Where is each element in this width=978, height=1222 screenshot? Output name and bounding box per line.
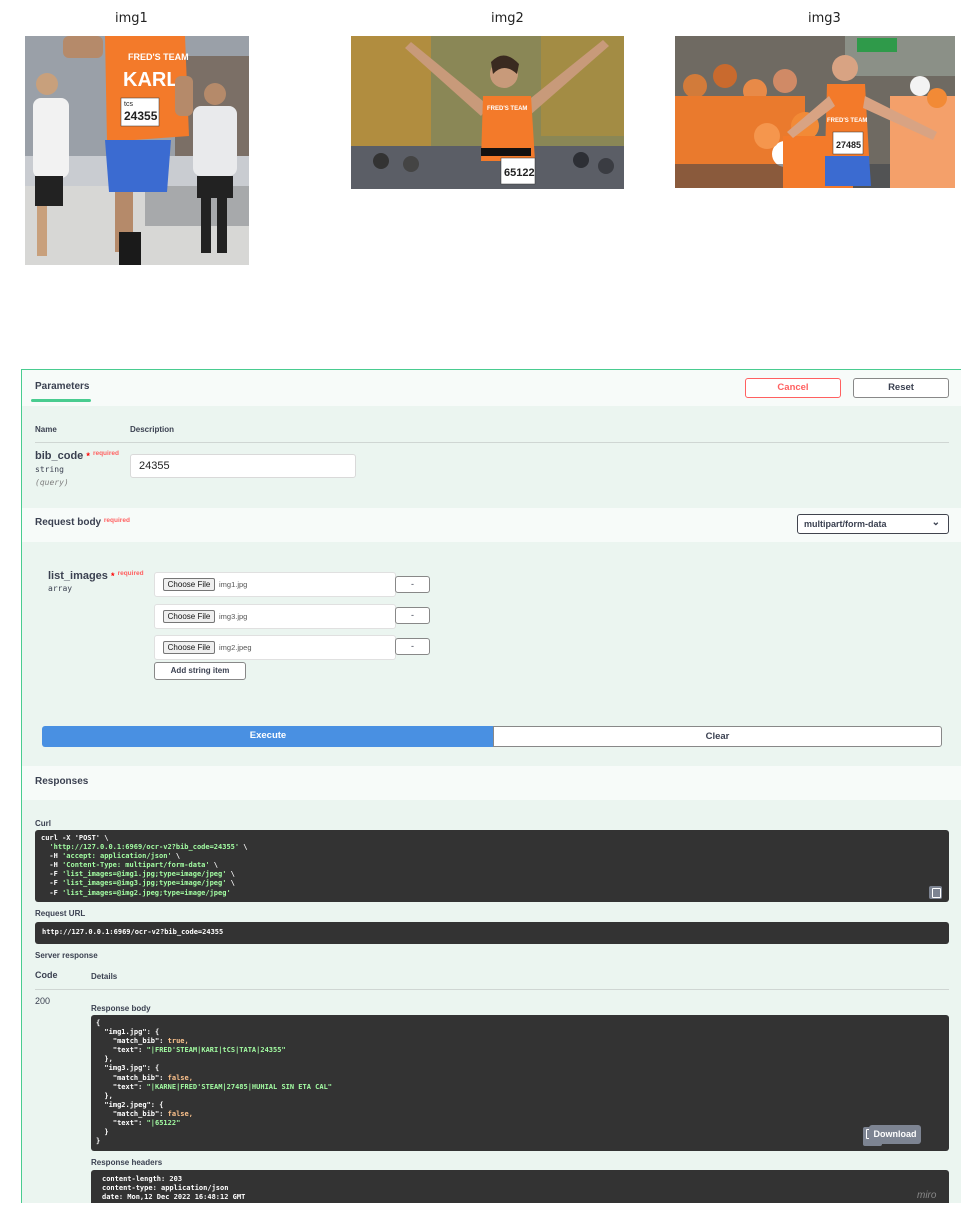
add-string-item-button[interactable]: Add string item (154, 662, 246, 680)
bib-number-3: 27485 (836, 140, 861, 150)
file-name: img2.jpeg (219, 643, 252, 652)
cancel-button[interactable]: Cancel (745, 378, 841, 398)
bib-text-tcs: tcs (124, 101, 133, 108)
bib-number-1: 24355 (124, 109, 158, 123)
param-list-images-label: list_images (48, 570, 108, 582)
remove-item-button[interactable]: - (395, 576, 430, 593)
code-column-header: Code (35, 970, 58, 980)
responses-title: Responses (35, 776, 89, 787)
runner-photo-1: FRED'S TEAM KARL tcs 24355 (25, 36, 249, 265)
execute-button[interactable]: Execute (42, 726, 494, 747)
choose-file-button[interactable]: Choose File (163, 610, 215, 623)
runner-photo-3: FRED'S TEAM 27485 (675, 36, 955, 188)
param-list-images-type: array (48, 584, 73, 593)
curl-command-block: curl -X 'POST' \ 'http://127.0.0.1:6969/… (35, 830, 949, 902)
bib-code-input[interactable]: 24355 (130, 454, 356, 478)
clear-button[interactable]: Clear (493, 726, 942, 747)
parameters-header: Parameters Cancel Reset (22, 370, 961, 406)
file-name: img3.jpg (219, 612, 248, 621)
curl-label: Curl (35, 819, 51, 828)
choose-file-button[interactable]: Choose File (163, 641, 215, 654)
download-button[interactable]: Download (869, 1125, 921, 1144)
param-bib-code-location: (query) (35, 478, 69, 487)
server-response-label: Server response (35, 951, 98, 960)
file-row-2: Choose File img3.jpg (154, 604, 396, 629)
required-label: required (117, 570, 144, 577)
jersey-text-team-3: FRED'S TEAM (827, 118, 867, 124)
column-name-header: Name (35, 425, 57, 434)
response-headers-block: content-length: 203 content-type: applic… (91, 1170, 949, 1203)
img3-label: img3 (808, 11, 841, 26)
tab-parameters-underline (31, 399, 91, 402)
required-star: * (86, 451, 90, 461)
request-url-block: http://127.0.0.1:6969/ocr-v2?bib_code=24… (35, 922, 949, 944)
param-list-images-name: list_images * required (48, 570, 144, 582)
file-name: img1.jpg (219, 580, 248, 589)
swagger-operation-panel: Parameters Cancel Reset Name Description… (21, 369, 961, 1203)
response-headers-label: Response headers (91, 1158, 163, 1167)
file-row-3: Choose File img2.jpeg (154, 635, 396, 660)
chevron-down-icon: ⌄ (931, 517, 940, 528)
content-type-value: multipart/form-data (804, 519, 887, 529)
param-bib-code-label: bib_code (35, 450, 84, 462)
jersey-text-name: KARL (123, 69, 179, 91)
content-type-select[interactable]: multipart/form-data ⌄ (797, 514, 949, 534)
file-row-1: Choose File img1.jpg (154, 572, 396, 597)
remove-item-button[interactable]: - (395, 607, 430, 624)
header-divider (35, 442, 949, 443)
response-code: 200 (35, 996, 51, 1006)
reset-button[interactable]: Reset (853, 378, 949, 398)
param-bib-code-type: string (35, 465, 64, 474)
img2-label: img2 (491, 11, 524, 26)
img1-label: img1 (115, 11, 148, 26)
request-url-label: Request URL (35, 909, 86, 918)
request-body-title: Request body required (35, 517, 130, 528)
remove-item-button[interactable]: - (395, 638, 430, 655)
response-body-block: { "img1.jpg": { "match_bib": true, "text… (91, 1015, 949, 1151)
column-description-header: Description (130, 425, 175, 434)
details-column-header: Details (91, 972, 118, 981)
required-label: required (92, 450, 119, 457)
response-divider (35, 989, 949, 990)
jersey-text-team: FRED'S TEAM (128, 52, 189, 62)
responses-header: Responses (22, 766, 961, 800)
required-star: * (110, 571, 115, 581)
copy-icon[interactable] (929, 886, 942, 899)
tab-parameters[interactable]: Parameters (35, 381, 89, 392)
jersey-text-team-2: FRED'S TEAM (487, 106, 527, 112)
runner-photo-2: FRED'S TEAM 65122 (351, 36, 624, 189)
miro-watermark: miro (917, 1190, 937, 1201)
request-body-required: required (103, 517, 130, 524)
response-body-label: Response body (91, 1004, 151, 1013)
param-bib-code-name: bib_code * required (35, 450, 119, 462)
bib-number-2: 65122 (504, 167, 535, 179)
choose-file-button[interactable]: Choose File (163, 578, 215, 591)
request-body-label: Request body (35, 517, 102, 528)
